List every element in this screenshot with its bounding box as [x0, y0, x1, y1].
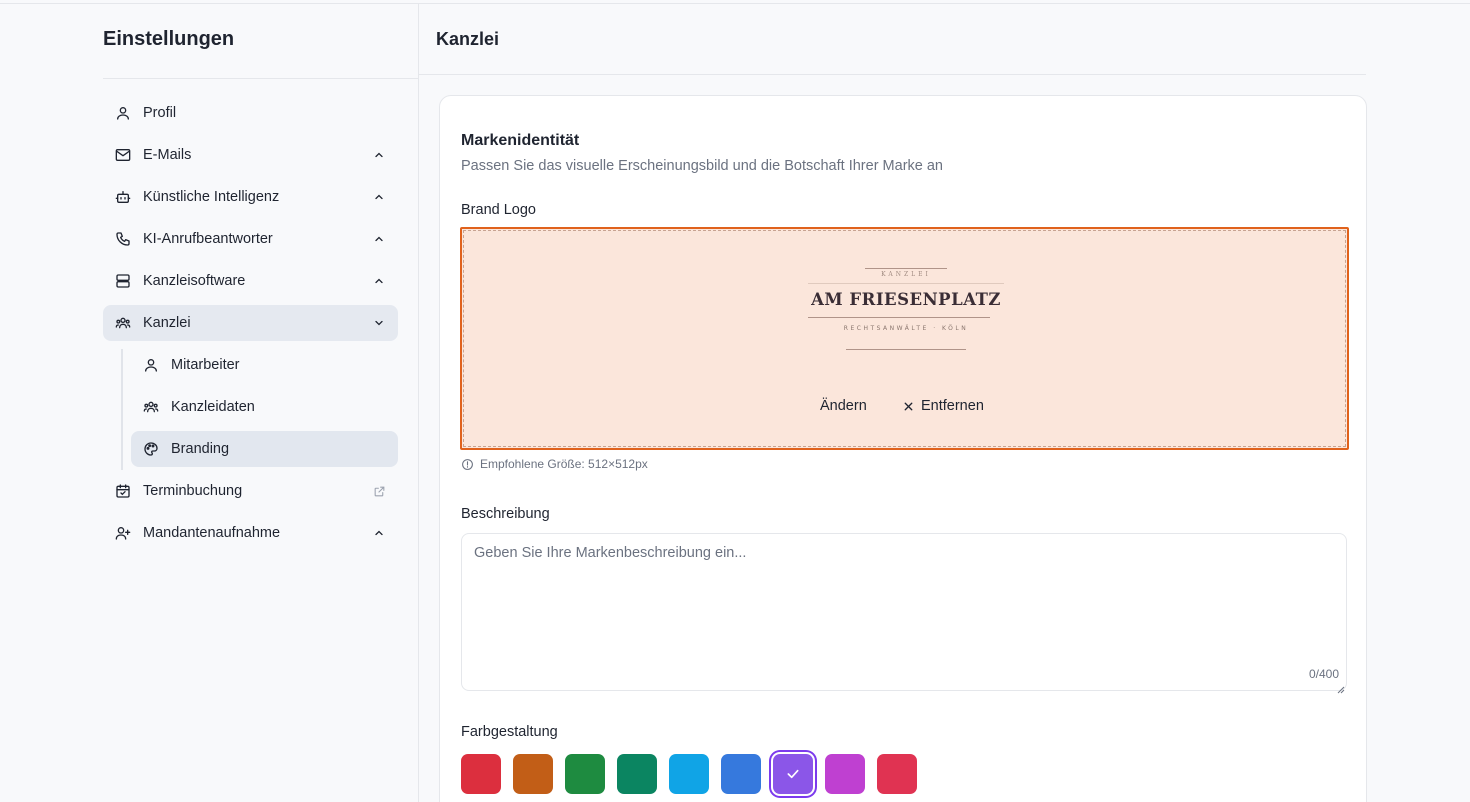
color-swatch[interactable]: [721, 754, 761, 794]
sidebar-subitem-branding[interactable]: Branding: [131, 431, 398, 467]
color-swatch[interactable]: [617, 754, 657, 794]
logo-size-hint: Empfohlene Größe: 512×512px: [461, 457, 648, 471]
phone-icon: [115, 231, 131, 247]
header-divider: [419, 74, 1366, 75]
card-title: Markenidentität: [461, 132, 580, 149]
user-icon: [115, 105, 131, 121]
sidebar-item-profil[interactable]: Profil: [103, 95, 398, 131]
logo-top-text: KANZLEI: [881, 271, 931, 278]
description-label: Beschreibung: [461, 506, 550, 522]
user-plus-icon: [115, 525, 131, 541]
character-counter: 0/400: [1308, 667, 1339, 681]
sidebar-item-emails[interactable]: E-Mails: [103, 137, 398, 173]
hint-text: Empfohlene Größe: 512×512px: [480, 457, 648, 471]
sidebar-item-label: Profil: [143, 105, 177, 121]
brand-logo-image: KANZLEI AM FRIESENPLATZ RECHTSANWÄLTE · …: [808, 265, 1004, 357]
sidebar-subitem-label: Kanzleidaten: [171, 399, 255, 415]
palette-icon: [143, 441, 159, 457]
sidebar-item-label: KI-Anrufbeantworter: [143, 231, 273, 247]
sidebar-item-label: E-Mails: [143, 147, 192, 163]
logo-actions: Ändern Entfernen: [462, 397, 1347, 417]
color-scheme-label: Farbgestaltung: [461, 724, 558, 740]
change-logo-button[interactable]: Ändern: [820, 398, 867, 414]
color-swatch[interactable]: [825, 754, 865, 794]
sidebar-item-label: Mandantenaufnahme: [143, 525, 281, 541]
bot-icon: [115, 189, 131, 205]
server-icon: [115, 273, 131, 289]
sidebar-item-label: Kanzlei: [143, 315, 191, 331]
brand-logo-label: Brand Logo: [461, 202, 536, 218]
remove-logo-button[interactable]: Entfernen: [902, 398, 984, 414]
sidebar-item-ki[interactable]: Künstliche Intelligenz: [103, 179, 398, 215]
logo-name-text: AM FRIESENPLATZ: [811, 290, 1001, 309]
user-icon: [143, 357, 159, 373]
chevron-up-icon: [372, 190, 386, 204]
sidebar-item-terminbuchung[interactable]: Terminbuchung: [103, 473, 398, 509]
users-icon: [143, 399, 159, 415]
sidebar-title: Einstellungen: [103, 28, 235, 50]
sidebar-item-kanzlei[interactable]: Kanzlei: [103, 305, 398, 341]
chevron-up-icon: [372, 526, 386, 540]
sidebar-item-label: Künstliche Intelligenz: [143, 189, 280, 205]
color-swatch[interactable]: [565, 754, 605, 794]
remove-logo-label: Entfernen: [921, 398, 984, 414]
external-link-icon: [372, 484, 386, 498]
chevron-up-icon: [372, 274, 386, 288]
sidebar-divider: [103, 78, 418, 79]
sidebar-subitem-label: Branding: [171, 441, 230, 457]
color-swatch[interactable]: [877, 754, 917, 794]
settings-sidebar: Einstellungen Profil E-Mails Künstliche …: [103, 4, 419, 802]
info-icon: [461, 458, 474, 471]
chevron-down-icon: [372, 316, 386, 330]
sidebar-item-anrufbeantworter[interactable]: KI-Anrufbeantworter: [103, 221, 398, 257]
color-swatch[interactable]: [669, 754, 709, 794]
sidebar-subitem-mitarbeiter[interactable]: Mitarbeiter: [131, 347, 398, 383]
sidebar-border: [418, 4, 419, 802]
chevron-up-icon: [372, 148, 386, 162]
brand-identity-card: Markenidentität Passen Sie das visuelle …: [439, 95, 1367, 802]
description-textarea[interactable]: Geben Sie Ihre Markenbeschreibung ein...…: [461, 533, 1347, 694]
resize-handle-icon[interactable]: [1337, 681, 1345, 694]
users-icon: [115, 315, 131, 331]
sidebar-item-label: Kanzleisoftware: [143, 273, 246, 289]
color-swatch[interactable]: [461, 754, 501, 794]
mail-icon: [115, 147, 131, 163]
sidebar-subitem-label: Mitarbeiter: [171, 357, 240, 373]
color-swatch[interactable]: [773, 754, 813, 794]
calendar-check-icon: [115, 483, 131, 499]
description-placeholder: Geben Sie Ihre Markenbeschreibung ein...: [474, 545, 747, 561]
card-subtitle: Passen Sie das visuelle Erscheinungsbild…: [461, 158, 943, 174]
color-swatch[interactable]: [513, 754, 553, 794]
chevron-up-icon: [372, 232, 386, 246]
sidebar-item-label: Terminbuchung: [143, 483, 243, 499]
page-title: Kanzlei: [436, 29, 500, 49]
check-icon: [785, 766, 801, 782]
logo-upload-dropzone[interactable]: KANZLEI AM FRIESENPLATZ RECHTSANWÄLTE · …: [460, 227, 1349, 450]
submenu-line: [121, 349, 123, 470]
close-icon: [902, 400, 915, 413]
sidebar-subitem-kanzleidaten[interactable]: Kanzleidaten: [131, 389, 398, 425]
sidebar-item-mandantenaufnahme[interactable]: Mandantenaufnahme: [103, 515, 398, 551]
logo-sub-text: RECHTSANWÄLTE · KÖLN: [843, 325, 969, 332]
sidebar-item-kanzleisoftware[interactable]: Kanzleisoftware: [103, 263, 398, 299]
